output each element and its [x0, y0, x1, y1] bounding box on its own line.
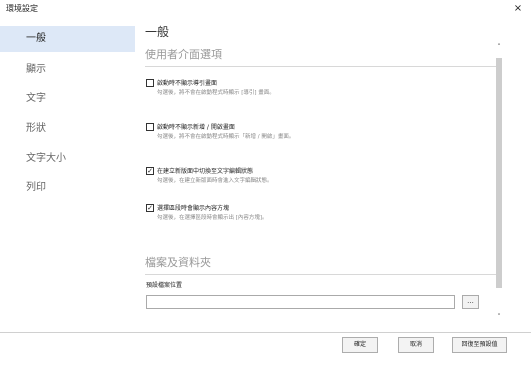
browse-button[interactable]: ...	[462, 295, 479, 309]
sidebar-item-font-size[interactable]: 文字大小	[0, 146, 135, 172]
checkbox-checked[interactable]: ✓	[146, 167, 154, 175]
sidebar-item-label: 顯示	[26, 64, 46, 75]
sidebar-item-shape[interactable]: 形狀	[0, 116, 135, 142]
sidebar-item-label: 文字大小	[26, 153, 66, 164]
option-description: 勾選後，將不會在啟動程式時顯示「新增 / 開啟」畫面。	[157, 134, 295, 140]
page-title: 一般	[145, 25, 170, 39]
sidebar: 一般 顯示 文字 形狀 文字大小 列印	[0, 20, 135, 333]
default-location-label: 預設檔案位置	[146, 282, 183, 289]
sidebar-item-display[interactable]: 顯示	[0, 57, 135, 83]
checkbox-checked[interactable]: ✓	[146, 204, 154, 212]
scroll-down-icon[interactable]: ˅	[494, 312, 504, 322]
checkbox[interactable]	[146, 79, 154, 87]
option-label: 選擇區段時會顯示內容方塊	[157, 205, 230, 212]
option-description: 勾選後，在建立新版面時會進入文字編輯狀態。	[157, 178, 273, 184]
section-divider	[145, 66, 500, 67]
option-label: 啟動時不顯示新增 / 開啟畫面	[157, 124, 235, 131]
option-label: 啟動時不顯示導引畫面	[157, 80, 218, 87]
sidebar-item-general[interactable]: 一般	[0, 26, 135, 52]
reset-defaults-button[interactable]: 回復至預設值	[452, 337, 507, 353]
preferences-dialog: 環境設定 × 一般 顯示 文字 形狀 文字大小 列印 一般 使用者介面選項 啟動…	[0, 0, 531, 365]
default-location-input[interactable]	[146, 295, 455, 309]
scroll-up-icon[interactable]: ˄	[494, 42, 504, 52]
window-title: 環境設定	[6, 4, 38, 13]
sidebar-item-label: 列印	[26, 182, 46, 193]
checkbox[interactable]	[146, 123, 154, 131]
scroll-thumb[interactable]	[496, 58, 502, 288]
sidebar-item-label: 文字	[26, 93, 46, 104]
section-title-ui-options: 使用者介面選項	[145, 48, 222, 61]
section-divider	[145, 274, 500, 275]
option-description: 勾選後，將不會在啟動程式時顯示 [導引] 畫面。	[157, 90, 275, 96]
footer-divider	[0, 332, 531, 333]
settings-content: 一般 使用者介面選項 啟動時不顯示導引畫面 勾選後，將不會在啟動程式時顯示 [導…	[135, 20, 504, 333]
ok-button[interactable]: 確定	[342, 337, 378, 353]
vertical-scrollbar[interactable]: ˄ ˅	[494, 40, 504, 323]
sidebar-item-text[interactable]: 文字	[0, 86, 135, 112]
option-label: 在建立新版面中切換至文字編輯狀態	[157, 168, 254, 175]
sidebar-item-label: 一般	[26, 33, 46, 44]
close-icon[interactable]: ×	[511, 0, 525, 18]
title-bar: 環境設定 ×	[0, 0, 531, 18]
cancel-button[interactable]: 取消	[398, 337, 434, 353]
sidebar-item-print[interactable]: 列印	[0, 175, 135, 201]
option-description: 勾選後，在選擇區段時會顯示出 [內容方塊]。	[157, 215, 268, 221]
sidebar-item-label: 形狀	[26, 123, 46, 134]
section-title-files: 檔案及資料夾	[145, 256, 211, 269]
